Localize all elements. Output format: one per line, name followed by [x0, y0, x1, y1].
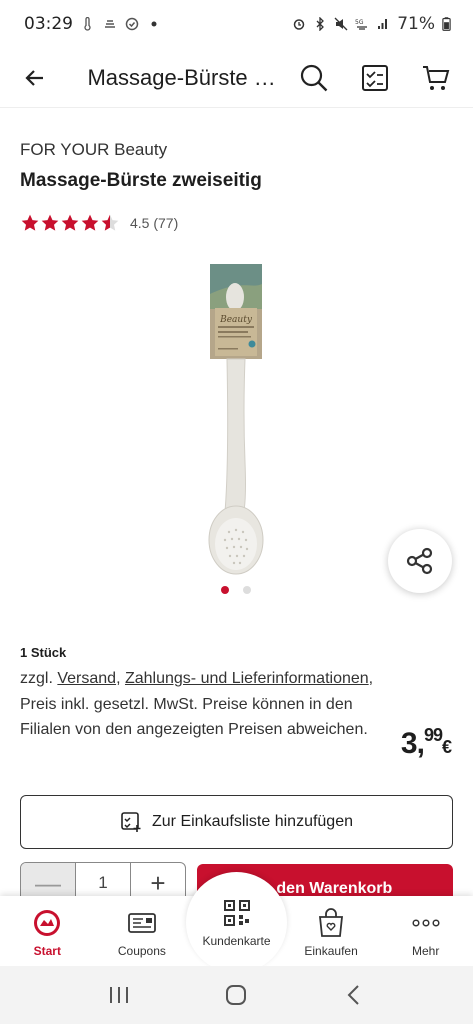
star-icon: [21, 214, 39, 231]
cart-icon: [422, 65, 449, 90]
add-to-shopping-list-button[interactable]: Zur Einkaufsliste hinzufügen: [20, 795, 453, 849]
pagination-dot[interactable]: [243, 586, 251, 594]
coupon-icon: [127, 913, 156, 933]
nav-mehr[interactable]: Mehr: [378, 896, 473, 966]
price-info: zzgl. Versand, Zahlungs- und Lieferinfor…: [20, 670, 374, 738]
share-button[interactable]: [388, 529, 452, 593]
chevron-left-icon: [347, 985, 359, 1005]
shopping-bag-icon: [319, 908, 344, 937]
nav-start[interactable]: Start: [0, 896, 95, 966]
shopping-list-button[interactable]: [347, 50, 402, 106]
price-currency: €: [441, 737, 452, 757]
qr-code-icon: [223, 900, 250, 926]
5g-signal-icon: 5G: [355, 19, 368, 30]
page-title: Massage-Bürste zweiseitig: [87, 64, 286, 90]
add-list-icon: [121, 812, 141, 832]
star-icon: [61, 214, 79, 231]
recent-apps-button[interactable]: [99, 975, 139, 1015]
weather-icon: [105, 20, 115, 28]
mute-icon: [334, 17, 348, 31]
star-icon: [81, 214, 99, 231]
battery-level: 71%: [397, 14, 435, 34]
nav-einkaufen-label: Einkaufen: [304, 944, 358, 958]
product-rating[interactable]: 4.5 (77): [20, 213, 178, 233]
svg-text:Beauty: Beauty: [219, 315, 253, 325]
shipping-link[interactable]: Versand: [57, 670, 116, 687]
home-logo-icon: [34, 910, 61, 936]
payment-delivery-link[interactable]: Zahlungs- und Lieferinformationen: [125, 670, 369, 687]
package-quantity: 1 Stück: [20, 645, 67, 660]
info-prefix: zzgl.: [20, 670, 53, 687]
nav-kundenkarte-label: Kundenkarte: [202, 934, 271, 948]
nav-kundenkarte[interactable]: Kundenkarte: [186, 872, 287, 973]
add-to-shopping-list-label: Zur Einkaufsliste hinzufügen: [152, 813, 353, 830]
nav-coupons[interactable]: Coupons: [95, 896, 190, 966]
search-button[interactable]: [286, 50, 341, 106]
product-brand: FOR YOUR Beauty: [20, 140, 168, 159]
temperature-icon: [84, 17, 91, 31]
status-time: 03:29: [24, 14, 73, 34]
back-arrow-icon: [25, 69, 43, 86]
notification-dot-icon: [151, 21, 157, 27]
check-circle-icon: [125, 17, 139, 31]
nav-einkaufen[interactable]: Einkaufen: [284, 896, 379, 966]
half-star-icon: [101, 214, 119, 231]
alarm-icon: [293, 19, 305, 30]
bluetooth-icon: [316, 17, 325, 31]
home-button[interactable]: [216, 975, 256, 1015]
share-icon: [406, 547, 433, 575]
rating-stars: [20, 213, 120, 233]
product-price: 3,99€: [400, 725, 452, 761]
price-main: 3,: [400, 727, 425, 760]
rating-text: 4.5 (77): [130, 215, 179, 231]
price-cents: 99: [423, 725, 443, 745]
battery-icon: [442, 17, 451, 31]
nav-mehr-label: Mehr: [412, 944, 440, 958]
home-icon: [226, 985, 247, 1005]
status-bar: 03:29 5G 71%: [0, 0, 473, 48]
back-button[interactable]: [0, 48, 69, 108]
app-header: Massage-Bürste zweiseitig: [0, 48, 473, 108]
search-icon: [300, 64, 327, 91]
nav-start-label: Start: [33, 944, 61, 958]
cart-button[interactable]: [408, 50, 463, 106]
system-navigation: [0, 966, 473, 1024]
product-image[interactable]: Beauty: [205, 262, 267, 582]
more-icon: [412, 919, 440, 927]
product-title: Massage-Bürste zweiseitig: [20, 170, 262, 191]
system-back-button[interactable]: [334, 975, 374, 1015]
nav-coupons-label: Coupons: [117, 944, 166, 958]
brush-illustration: Beauty: [208, 264, 264, 575]
star-icon: [41, 214, 59, 231]
recent-apps-icon: [109, 987, 128, 1003]
pagination-dot-active[interactable]: [221, 586, 229, 594]
cell-signal-icon: [378, 19, 388, 29]
svg-text:5G: 5G: [355, 19, 364, 26]
shopping-list-icon: [361, 64, 388, 91]
image-pagination: [221, 586, 251, 594]
